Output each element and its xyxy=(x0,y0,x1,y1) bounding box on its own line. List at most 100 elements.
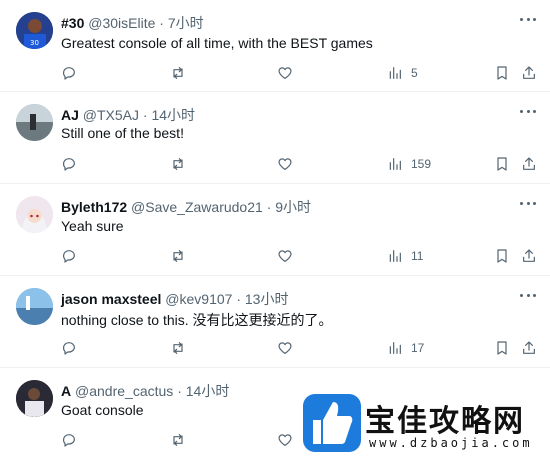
reply-text: Greatest console of all time, with the B… xyxy=(61,35,373,51)
share-icon xyxy=(523,66,535,79)
views-button[interactable]: 159 xyxy=(387,155,431,173)
views-count: 17 xyxy=(411,341,425,355)
separator-dot: · xyxy=(236,291,241,307)
bookmark-button[interactable] xyxy=(494,339,510,357)
author-handle[interactable]: @andre_cactus xyxy=(75,383,173,399)
views-icon xyxy=(389,250,401,262)
reply-icon xyxy=(62,250,75,263)
reply-button[interactable] xyxy=(61,431,77,449)
timestamp[interactable]: 14小时 xyxy=(151,107,195,123)
like-button[interactable] xyxy=(277,64,293,82)
reply-button[interactable] xyxy=(61,247,77,265)
views-button[interactable]: 11 xyxy=(387,247,423,265)
action-bar: 159 xyxy=(61,155,536,173)
like-button[interactable] xyxy=(277,247,293,265)
more-icon[interactable] xyxy=(520,17,536,21)
separator-dot: · xyxy=(159,15,164,31)
author-name[interactable]: AJ xyxy=(61,107,79,123)
author-handle[interactable]: @TX5AJ xyxy=(83,107,139,123)
share-icon xyxy=(523,157,535,170)
share-button[interactable] xyxy=(521,339,537,357)
reply-item[interactable]: AJ @TX5AJ · 14小时 Still one of the best! … xyxy=(0,92,550,184)
more-icon[interactable] xyxy=(520,201,536,205)
watermark-title: 宝佳攻略网 xyxy=(365,404,525,439)
bookmark-button[interactable] xyxy=(494,247,510,265)
retweet-icon xyxy=(173,158,183,170)
bookmark-button[interactable] xyxy=(494,64,510,82)
avatar[interactable] xyxy=(16,104,53,141)
more-icon[interactable] xyxy=(520,293,536,297)
views-count: 11 xyxy=(411,249,424,263)
reply-icon xyxy=(62,158,75,171)
bookmark-icon xyxy=(497,249,507,263)
share-button[interactable] xyxy=(521,64,537,82)
heart-icon xyxy=(278,434,292,446)
avatar[interactable] xyxy=(16,380,53,417)
reply-text: Goat console xyxy=(61,402,144,418)
reply-button[interactable] xyxy=(61,155,77,173)
reply-item[interactable]: Byleth172 @Save_Zawarudo21 · 9小时 Yeah su… xyxy=(0,184,550,276)
reply-button[interactable] xyxy=(61,339,77,357)
bookmark-icon xyxy=(497,157,507,171)
views-count: 5 xyxy=(411,66,418,80)
retweet-button[interactable] xyxy=(170,247,186,265)
bookmark-button[interactable] xyxy=(494,155,510,173)
more-icon[interactable] xyxy=(520,109,536,113)
retweet-icon xyxy=(173,434,183,446)
author-handle[interactable]: @Save_Zawarudo21 xyxy=(131,199,263,215)
author-handle[interactable]: @30isElite xyxy=(88,15,155,31)
retweet-button[interactable] xyxy=(170,339,186,357)
watermark-logo xyxy=(303,394,361,452)
heart-icon xyxy=(278,250,292,262)
views-count: 159 xyxy=(411,157,432,171)
share-button[interactable] xyxy=(521,247,537,265)
site-watermark: 宝佳攻略网 www.dzbaojia.com xyxy=(303,394,545,456)
author-handle[interactable]: @kev9107 xyxy=(165,291,232,307)
watermark-url: www.dzbaojia.com xyxy=(369,436,533,450)
separator-dot: · xyxy=(266,199,272,215)
avatar[interactable] xyxy=(16,196,53,233)
views-button[interactable]: 17 xyxy=(387,339,424,357)
reply-icon xyxy=(62,342,75,355)
share-button[interactable] xyxy=(521,155,537,173)
avatar[interactable] xyxy=(16,288,53,325)
share-icon xyxy=(523,341,535,354)
share-icon xyxy=(523,249,535,262)
reply-text: Still one of the best! xyxy=(61,125,184,141)
views-icon xyxy=(389,67,401,79)
views-icon xyxy=(389,342,401,354)
retweet-button[interactable] xyxy=(170,431,186,449)
reply-item[interactable]: jason maxsteel @kev9107 · 13小时 nothing c… xyxy=(0,276,550,368)
action-bar: 5 xyxy=(61,64,536,82)
author-name[interactable]: Byleth172 xyxy=(61,199,127,215)
author-name[interactable]: jason maxsteel xyxy=(61,291,161,307)
reply-icon xyxy=(62,434,75,447)
svg-text:30: 30 xyxy=(30,39,39,47)
timestamp[interactable]: 7小时 xyxy=(168,15,204,31)
retweet-icon xyxy=(173,67,183,79)
heart-icon xyxy=(278,67,292,79)
bookmark-icon xyxy=(497,66,507,80)
like-button[interactable] xyxy=(277,339,293,357)
timestamp[interactable]: 14小时 xyxy=(186,383,230,399)
action-bar: 11 xyxy=(61,247,536,265)
retweet-button[interactable] xyxy=(170,155,186,173)
timestamp[interactable]: 9小时 xyxy=(275,199,311,215)
like-button[interactable] xyxy=(277,431,293,449)
views-button[interactable]: 5 xyxy=(387,64,418,82)
avatar[interactable]: 30 xyxy=(16,12,53,49)
heart-icon xyxy=(278,158,292,170)
author-name[interactable]: A xyxy=(61,383,71,399)
heart-icon xyxy=(278,342,292,354)
reply-text: nothing close to this. 没有比这更接近的了。 xyxy=(61,312,333,328)
reply-button[interactable] xyxy=(61,64,77,82)
reply-icon xyxy=(62,67,75,80)
like-button[interactable] xyxy=(277,155,293,173)
separator-dot: · xyxy=(142,107,148,123)
author-name[interactable]: #30 xyxy=(61,15,84,31)
retweet-button[interactable] xyxy=(170,64,186,82)
retweet-icon xyxy=(173,342,183,354)
timestamp[interactable]: 13小时 xyxy=(245,291,289,307)
separator-dot: · xyxy=(177,383,182,399)
reply-item[interactable]: 30 #30 @30isElite · 7小时 Greatest console… xyxy=(0,0,550,92)
